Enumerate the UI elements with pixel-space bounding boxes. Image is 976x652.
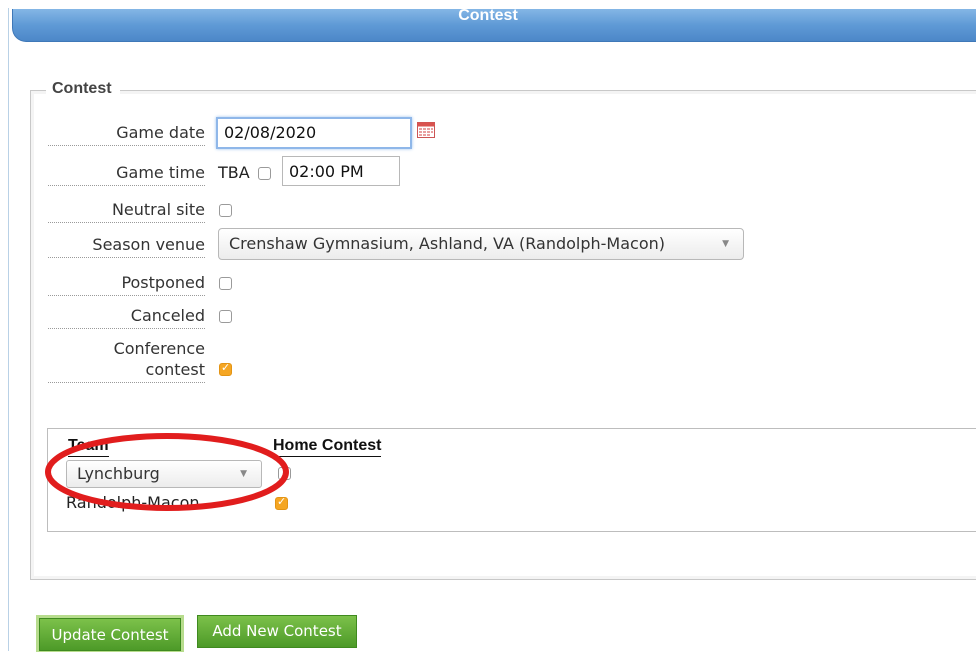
- left-border: [8, 8, 9, 651]
- conference-label-line2: contest: [48, 360, 205, 383]
- chevron-down-icon: ▼: [722, 239, 729, 249]
- canceled-checkbox[interactable]: [219, 310, 232, 323]
- canceled-label: Canceled: [48, 306, 205, 329]
- calendar-icon[interactable]: [417, 122, 435, 138]
- tba-label: TBA: [218, 163, 250, 182]
- update-contest-button[interactable]: Update Contest: [39, 618, 181, 651]
- neutral-site-label: Neutral site: [48, 200, 205, 223]
- season-venue-label: Season venue: [48, 235, 205, 258]
- season-venue-selected-value: Crenshaw Gymnasium, Ashland, VA (Randolp…: [229, 234, 665, 253]
- fieldset-border-segment: [33, 90, 45, 91]
- season-venue-select[interactable]: Crenshaw Gymnasium, Ashland, VA (Randolp…: [218, 228, 744, 260]
- tba-checkbox[interactable]: [258, 167, 271, 180]
- page-title: Contest: [458, 7, 518, 24]
- add-new-contest-button[interactable]: Add New Contest: [197, 615, 357, 648]
- neutral-site-checkbox[interactable]: [219, 204, 232, 217]
- postponed-checkbox[interactable]: [219, 277, 232, 290]
- highlight-annotation-ellipse: [45, 433, 289, 511]
- game-date-input[interactable]: 02/08/2020: [216, 117, 412, 149]
- conference-contest-checkbox[interactable]: [219, 361, 232, 376]
- game-date-label: Game date: [48, 123, 205, 146]
- conference-label-line1: Conference: [113, 339, 205, 358]
- postponed-label: Postponed: [48, 273, 205, 296]
- fieldset-legend: Contest: [46, 80, 120, 98]
- game-time-label: Game time: [48, 163, 205, 186]
- game-time-input[interactable]: 02:00 PM: [282, 156, 400, 186]
